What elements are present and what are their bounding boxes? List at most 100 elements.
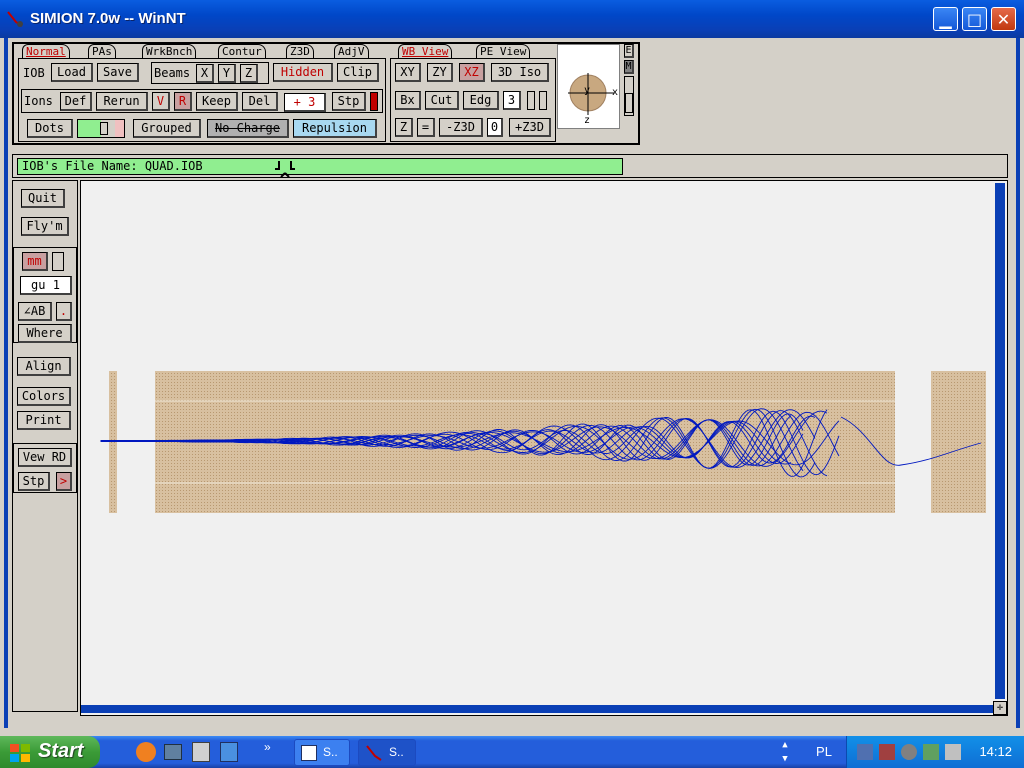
tab-contur[interactable]: Contur [218, 44, 266, 58]
ie-quicklaunch-icon[interactable] [220, 742, 238, 762]
zy-view-button[interactable]: ZY [427, 63, 453, 82]
gu-field[interactable]: gu 1 [20, 276, 72, 295]
start-button[interactable]: Start [0, 736, 100, 768]
resize-corner[interactable]: ✛ [993, 701, 1007, 715]
dot-button[interactable]: . [56, 302, 72, 321]
tab-adjv[interactable]: AdjV [334, 44, 369, 58]
view-controls-group: XY ZY XZ 3D Iso Bx Cut Edg 3 Z = -Z3D 0 … [390, 58, 556, 142]
ions-stp-button[interactable]: Stp [332, 92, 366, 111]
rerun-button[interactable]: Rerun [96, 92, 148, 111]
volume-tray-icon[interactable] [901, 744, 917, 760]
security-tray-icon[interactable] [923, 744, 939, 760]
desktop-quicklaunch-icon[interactable] [164, 744, 182, 760]
maximize-icon: □ [966, 9, 983, 29]
tab-pas[interactable]: PAs [88, 44, 116, 58]
tab-normal[interactable]: Normal [22, 44, 70, 58]
app-quicklaunch-icon[interactable] [192, 742, 210, 762]
cut-button[interactable]: Cut [425, 91, 459, 110]
ions-group: Ions Def Rerun V R Keep Del + 3 Stp [21, 89, 383, 113]
taskbar-item-1[interactable]: S.. [294, 739, 350, 766]
orientation-compass[interactable]: y x z [557, 44, 620, 129]
tab-z3d[interactable]: Z3D [286, 44, 314, 58]
horizontal-scrollbar[interactable] [81, 705, 993, 713]
r-button[interactable]: R [174, 92, 192, 111]
maximize-button[interactable]: □ [962, 7, 987, 31]
z3d-value-field[interactable]: 0 [487, 118, 503, 137]
step-button[interactable]: Stp [18, 472, 50, 491]
ions-stp-indicator[interactable] [370, 92, 378, 111]
title-bar[interactable]: SIMION 7.0w -- WinNT ▁ □ ✕ [0, 0, 1024, 38]
file-name-bar: IOB's File Name: QUAD.IOB [12, 154, 1008, 178]
minimize-button[interactable]: ▁ [933, 7, 958, 31]
colors-button[interactable]: Colors [17, 387, 71, 406]
m-button[interactable]: M [624, 60, 634, 74]
tab-wb-view[interactable]: WB View [398, 44, 453, 58]
xy-view-button[interactable]: XY [395, 63, 421, 82]
flym-button[interactable]: Fly'm [21, 217, 69, 236]
ion-count-field[interactable]: + 3 [284, 93, 326, 112]
level-toggle-b[interactable] [539, 91, 547, 110]
workbench-view[interactable]: ✛ [80, 180, 1008, 716]
save-button[interactable]: Save [97, 63, 139, 82]
def-button[interactable]: Def [60, 92, 92, 111]
simion-taskbar-icon [366, 745, 382, 761]
zoom-slider[interactable] [624, 76, 634, 116]
beam-x-button[interactable]: X [196, 64, 214, 83]
close-button[interactable]: ✕ [991, 7, 1016, 31]
quit-button[interactable]: Quit [21, 189, 65, 208]
tab-pe-view[interactable]: PE View [476, 44, 531, 58]
xz-view-button[interactable]: XZ [459, 63, 485, 82]
compass-x-label: x [612, 87, 619, 98]
taskbar-item-1-label: S.. [323, 745, 338, 759]
taskbar-item-simion-label: S.. [389, 745, 404, 759]
iso-view-button[interactable]: 3D Iso [491, 63, 549, 82]
usb-tray-icon[interactable] [945, 744, 961, 760]
iob-label: IOB [23, 66, 45, 80]
plus-z3d-button[interactable]: +Z3D [509, 118, 551, 137]
keep-button[interactable]: Keep [196, 92, 238, 111]
e-button[interactable]: E [624, 44, 634, 58]
normal-controls-group: IOB Load Save Beams X Y Z Hidden Clip Io… [18, 58, 386, 142]
beam-y-button[interactable]: Y [218, 64, 236, 83]
firefox-quicklaunch-icon[interactable] [136, 742, 156, 762]
grouped-button[interactable]: Grouped [133, 119, 201, 138]
z-button[interactable]: Z [395, 118, 413, 137]
load-button[interactable]: Load [51, 63, 93, 82]
electrode-exit [931, 371, 986, 513]
tab-wrkbnch[interactable]: WrkBnch [142, 44, 197, 58]
network-disconnected-tray-icon[interactable] [879, 744, 895, 760]
zoom-slider-thumb[interactable] [625, 93, 633, 113]
taskbar-scroll-arrows[interactable]: ▲ ▼ [778, 738, 792, 766]
units-toggle[interactable] [52, 252, 64, 271]
step-forward-button[interactable]: > [56, 472, 72, 491]
taskbar-item-simion[interactable]: S.. [358, 739, 416, 766]
where-button[interactable]: Where [18, 324, 72, 343]
network-tray-icon[interactable] [857, 744, 873, 760]
level-field[interactable]: 3 [503, 91, 521, 110]
beam-z-button[interactable]: Z [240, 64, 258, 83]
clip-button[interactable]: Clip [337, 63, 379, 82]
edg-button[interactable]: Edg [463, 91, 499, 110]
dots-button[interactable]: Dots [27, 119, 73, 138]
level-toggle-a[interactable] [527, 91, 535, 110]
v-button[interactable]: V [152, 92, 170, 111]
equals-button[interactable]: = [417, 118, 435, 137]
repulsion-button[interactable]: Repulsion [293, 119, 377, 138]
vertical-scrollbar[interactable] [995, 183, 1005, 699]
dots-slider-thumb[interactable] [100, 122, 108, 135]
mm-button[interactable]: mm [22, 252, 48, 271]
bx-button[interactable]: Bx [395, 91, 421, 110]
align-button[interactable]: Align [17, 357, 71, 376]
del-button[interactable]: Del [242, 92, 278, 111]
vew-rd-button[interactable]: Vew RD [18, 448, 72, 467]
start-label: Start [38, 740, 84, 762]
quicklaunch-overflow[interactable]: » [264, 740, 271, 754]
minus-z3d-button[interactable]: -Z3D [439, 118, 483, 137]
control-panel: Normal PAs WrkBnch Contur Z3D AdjV WB Vi… [12, 42, 640, 145]
language-indicator[interactable]: PL [806, 742, 842, 762]
print-button[interactable]: Print [17, 411, 71, 430]
dots-slider[interactable] [77, 119, 125, 138]
no-charge-button[interactable]: No Charge [207, 119, 289, 138]
hidden-button[interactable]: Hidden [273, 63, 333, 82]
angle-ab-button[interactable]: ∠AB [18, 302, 52, 321]
